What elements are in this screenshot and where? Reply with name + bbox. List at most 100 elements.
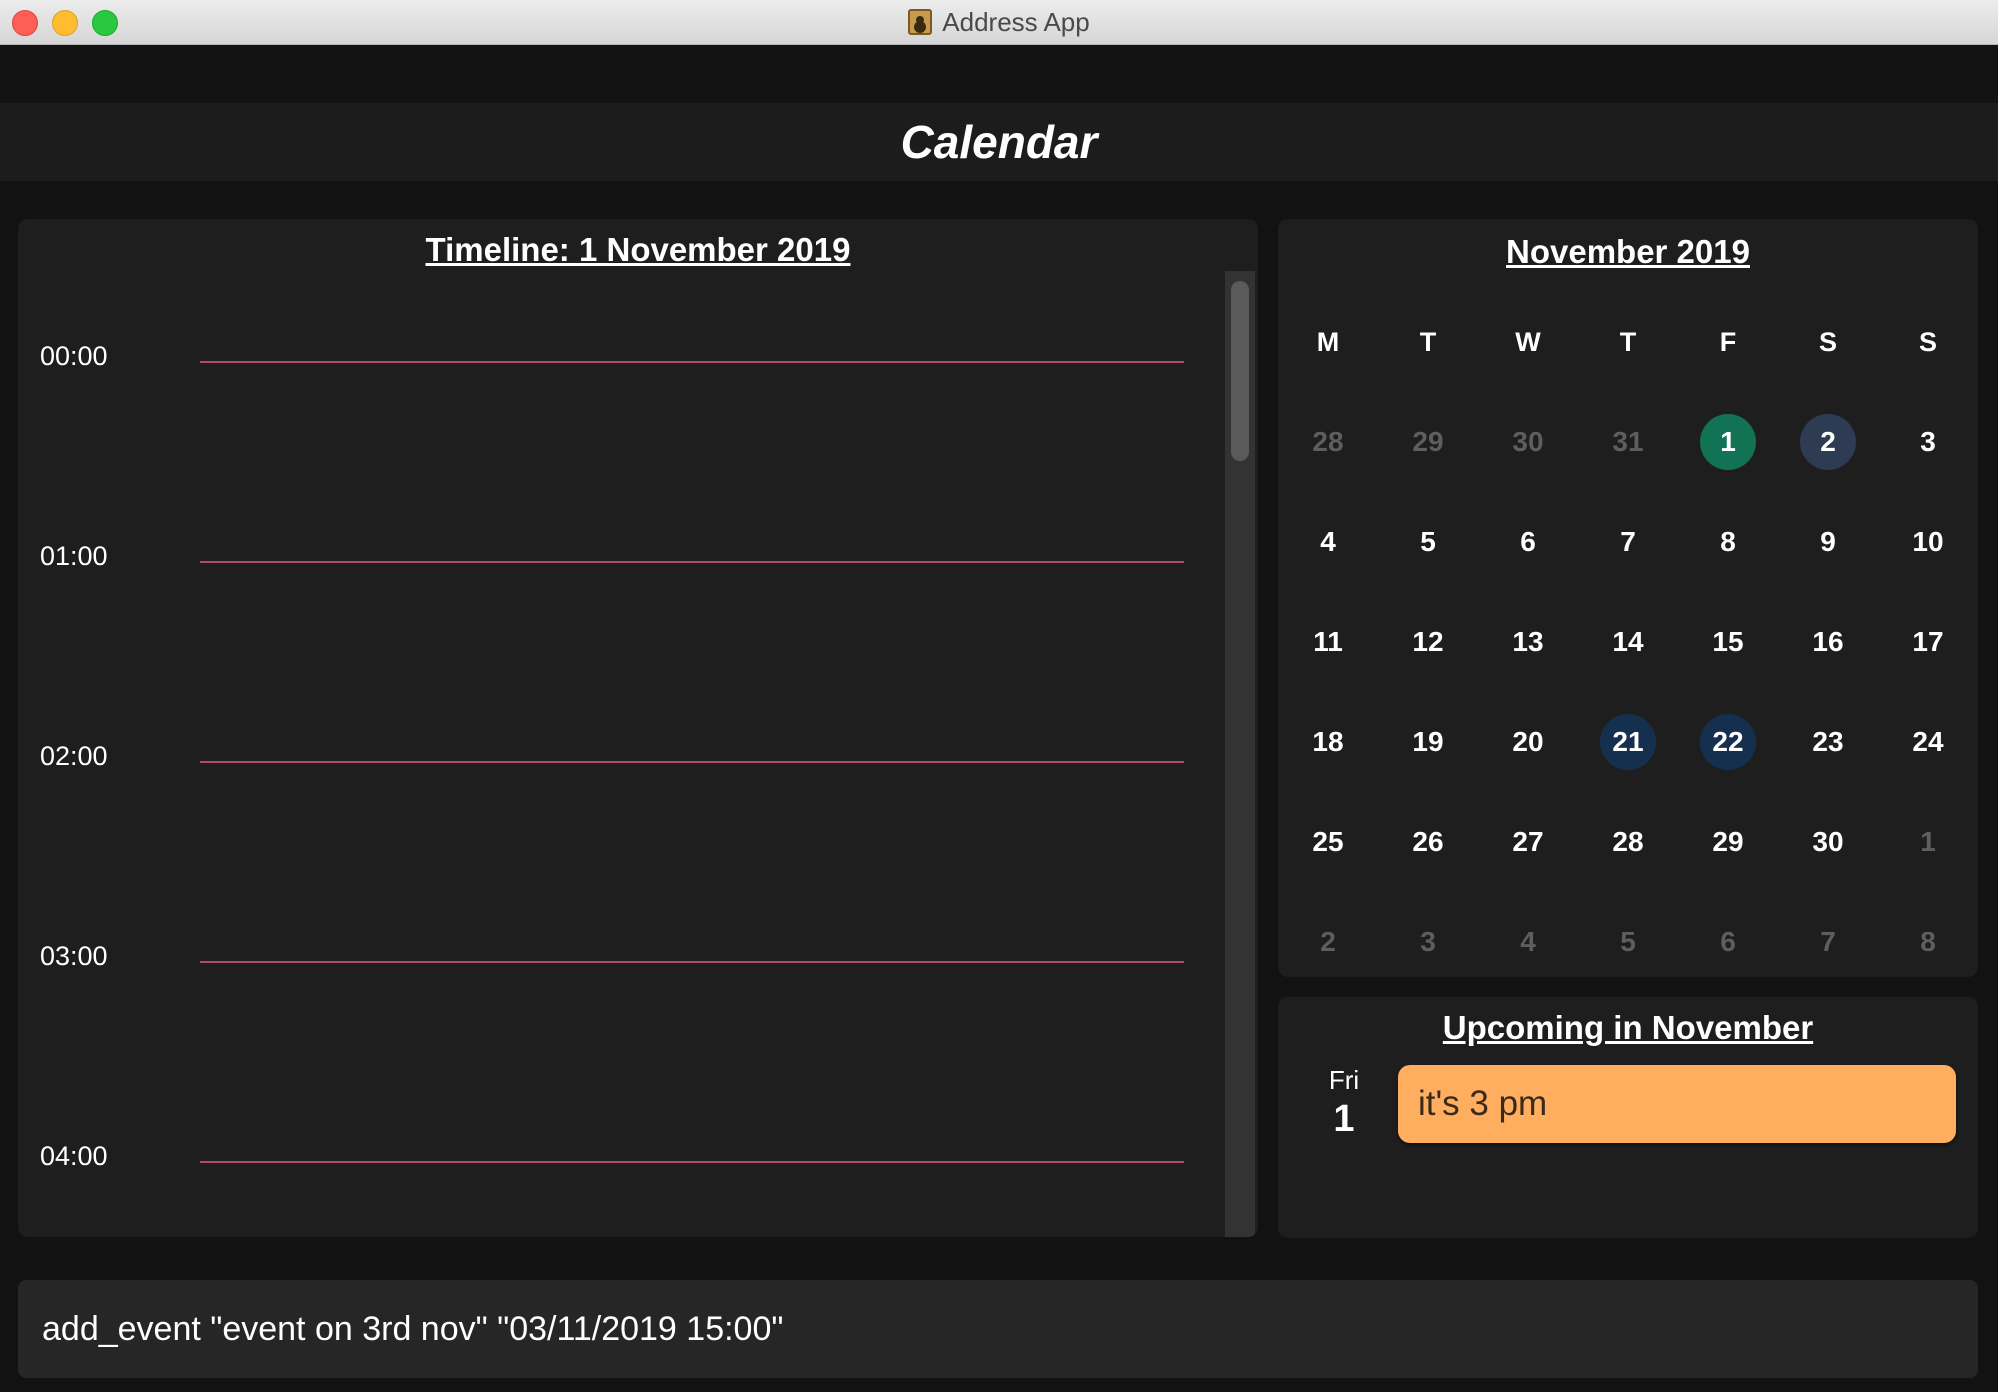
calendar-day-number: 30	[1512, 426, 1544, 457]
calendar-grid: M T W T F S S 28 29 30 31 1 2 3 4 5 6 7 8 9 10 11 12 13 14 15 16 17…	[1278, 291, 1978, 991]
hour-divider	[200, 961, 1184, 963]
calendar-day-cell[interactable]: 7	[1778, 891, 1878, 991]
upcoming-title: Upcoming in November	[1442, 1009, 1814, 1046]
menu-strip	[0, 45, 1998, 103]
calendar-day-number: 29	[1412, 426, 1444, 457]
hour-label: 00:00	[40, 341, 108, 371]
weekday-header: S	[1818, 327, 1837, 357]
calendar-day-number: 5	[1420, 526, 1436, 557]
calendar-day-number: 6	[1720, 926, 1736, 957]
calendar-day-cell[interactable]: 6	[1478, 491, 1578, 591]
calendar-day-cell[interactable]: 16	[1778, 591, 1878, 691]
calendar-day-number: 2	[1800, 414, 1856, 470]
calendar-day-number: 23	[1812, 726, 1844, 757]
calendar-day-cell[interactable]: 29	[1378, 391, 1478, 491]
calendar-day-cell[interactable]: 6	[1678, 891, 1778, 991]
calendar-day-cell[interactable]: 17	[1878, 591, 1978, 691]
calendar-day-cell[interactable]: 8	[1678, 491, 1778, 591]
calendar-day-cell[interactable]: 2	[1778, 391, 1878, 491]
calendar-day-number: 14	[1612, 626, 1644, 657]
weekday-header: M	[1316, 327, 1340, 357]
calendar-day-cell[interactable]: 4	[1478, 891, 1578, 991]
calendar-day-cell[interactable]: 20	[1478, 691, 1578, 791]
page-title: Calendar	[900, 116, 1098, 168]
calendar-day-number: 16	[1812, 626, 1844, 657]
calendar-day-number: 21	[1600, 714, 1656, 770]
upcoming-weekday: Fri	[1328, 1065, 1360, 1095]
event-card[interactable]: it's 3 pm	[1398, 1065, 1956, 1143]
calendar-day-cell[interactable]: 5	[1578, 891, 1678, 991]
calendar-day-number: 4	[1320, 526, 1336, 557]
calendar-day-cell[interactable]: 21	[1578, 691, 1678, 791]
calendar-day-number: 26	[1412, 826, 1444, 857]
calendar-day-cell[interactable]: 22	[1678, 691, 1778, 791]
calendar-day-number: 9	[1820, 526, 1836, 557]
timeline-scrollbar[interactable]	[1225, 271, 1255, 1237]
hour-label: 03:00	[40, 941, 108, 971]
calendar-day-number: 12	[1412, 626, 1444, 657]
calendar-day-cell[interactable]: 5	[1378, 491, 1478, 591]
calendar-day-number: 7	[1620, 526, 1636, 557]
month-calendar: November 2019 M T W T F S S 28 29 30 31 1 2 3 4 5 6 7 8 9 10…	[1278, 219, 1978, 977]
calendar-day-cell[interactable]: 10	[1878, 491, 1978, 591]
calendar-day-cell[interactable]: 28	[1278, 391, 1378, 491]
weekday-header: F	[1719, 327, 1737, 357]
weekday-header: S	[1918, 327, 1937, 357]
calendar-day-cell[interactable]: 12	[1378, 591, 1478, 691]
scrollbar-thumb[interactable]	[1231, 281, 1249, 461]
calendar-day-number: 8	[1720, 526, 1736, 557]
calendar-day-cell[interactable]: 14	[1578, 591, 1678, 691]
calendar-day-cell[interactable]: 24	[1878, 691, 1978, 791]
calendar-day-cell[interactable]: 13	[1478, 591, 1578, 691]
weekday-header: T	[1619, 327, 1637, 357]
calendar-day-cell[interactable]: 25	[1278, 791, 1378, 891]
timeline-hour-row: 01:00	[18, 541, 1218, 581]
calendar-day-cell[interactable]: 7	[1578, 491, 1678, 591]
window-title: Address App	[942, 6, 1090, 37]
calendar-day-cell[interactable]: 31	[1578, 391, 1678, 491]
calendar-day-number: 24	[1912, 726, 1944, 757]
calendar-day-cell[interactable]: 9	[1778, 491, 1878, 591]
calendar-day-cell[interactable]: 2	[1278, 891, 1378, 991]
address-book-icon	[908, 9, 933, 35]
calendar-day-cell[interactable]: 18	[1278, 691, 1378, 791]
timeline-hour-row: 02:00	[18, 741, 1218, 781]
calendar-day-number: 1	[1700, 414, 1756, 470]
calendar-day-cell[interactable]: 26	[1378, 791, 1478, 891]
calendar-day-cell[interactable]: 28	[1578, 791, 1678, 891]
calendar-day-cell[interactable]: 23	[1778, 691, 1878, 791]
calendar-day-number: 22	[1700, 714, 1756, 770]
upcoming-panel: Upcoming in November Fri 1 it's 3 pm	[1278, 997, 1978, 1238]
hour-divider	[200, 361, 1184, 363]
hour-label: 04:00	[40, 1141, 108, 1171]
calendar-day-number: 4	[1520, 926, 1536, 957]
calendar-day-cell[interactable]: 30	[1778, 791, 1878, 891]
calendar-day-number: 15	[1712, 626, 1744, 657]
calendar-day-cell[interactable]: 29	[1678, 791, 1778, 891]
hour-divider	[200, 761, 1184, 763]
calendar-day-number: 8	[1920, 926, 1936, 957]
calendar-day-cell[interactable]: 1	[1878, 791, 1978, 891]
calendar-day-number: 28	[1612, 826, 1644, 857]
calendar-day-number: 31	[1612, 426, 1644, 457]
calendar-day-cell[interactable]: 3	[1378, 891, 1478, 991]
calendar-day-cell[interactable]: 8	[1878, 891, 1978, 991]
calendar-day-number: 10	[1912, 526, 1944, 557]
calendar-day-number: 30	[1812, 826, 1844, 857]
hour-divider	[200, 561, 1184, 563]
calendar-day-number: 3	[1920, 426, 1936, 457]
calendar-day-number: 2	[1320, 926, 1336, 957]
timeline-panel: Timeline: 1 November 2019 00:00 01:00 02:0…	[18, 219, 1258, 1237]
calendar-day-cell[interactable]: 30	[1478, 391, 1578, 491]
calendar-day-cell[interactable]: 1	[1678, 391, 1778, 491]
calendar-day-cell[interactable]: 3	[1878, 391, 1978, 491]
command-input[interactable]: add_event "event on 3rd nov" "03/11/2019…	[18, 1280, 1978, 1378]
calendar-day-cell[interactable]: 15	[1678, 591, 1778, 691]
calendar-day-number: 1	[1920, 826, 1936, 857]
weekday-header: W	[1515, 327, 1541, 357]
hour-label: 02:00	[40, 741, 108, 771]
calendar-day-cell[interactable]: 11	[1278, 591, 1378, 691]
calendar-day-cell[interactable]: 19	[1378, 691, 1478, 791]
calendar-day-cell[interactable]: 27	[1478, 791, 1578, 891]
calendar-day-cell[interactable]: 4	[1278, 491, 1378, 591]
